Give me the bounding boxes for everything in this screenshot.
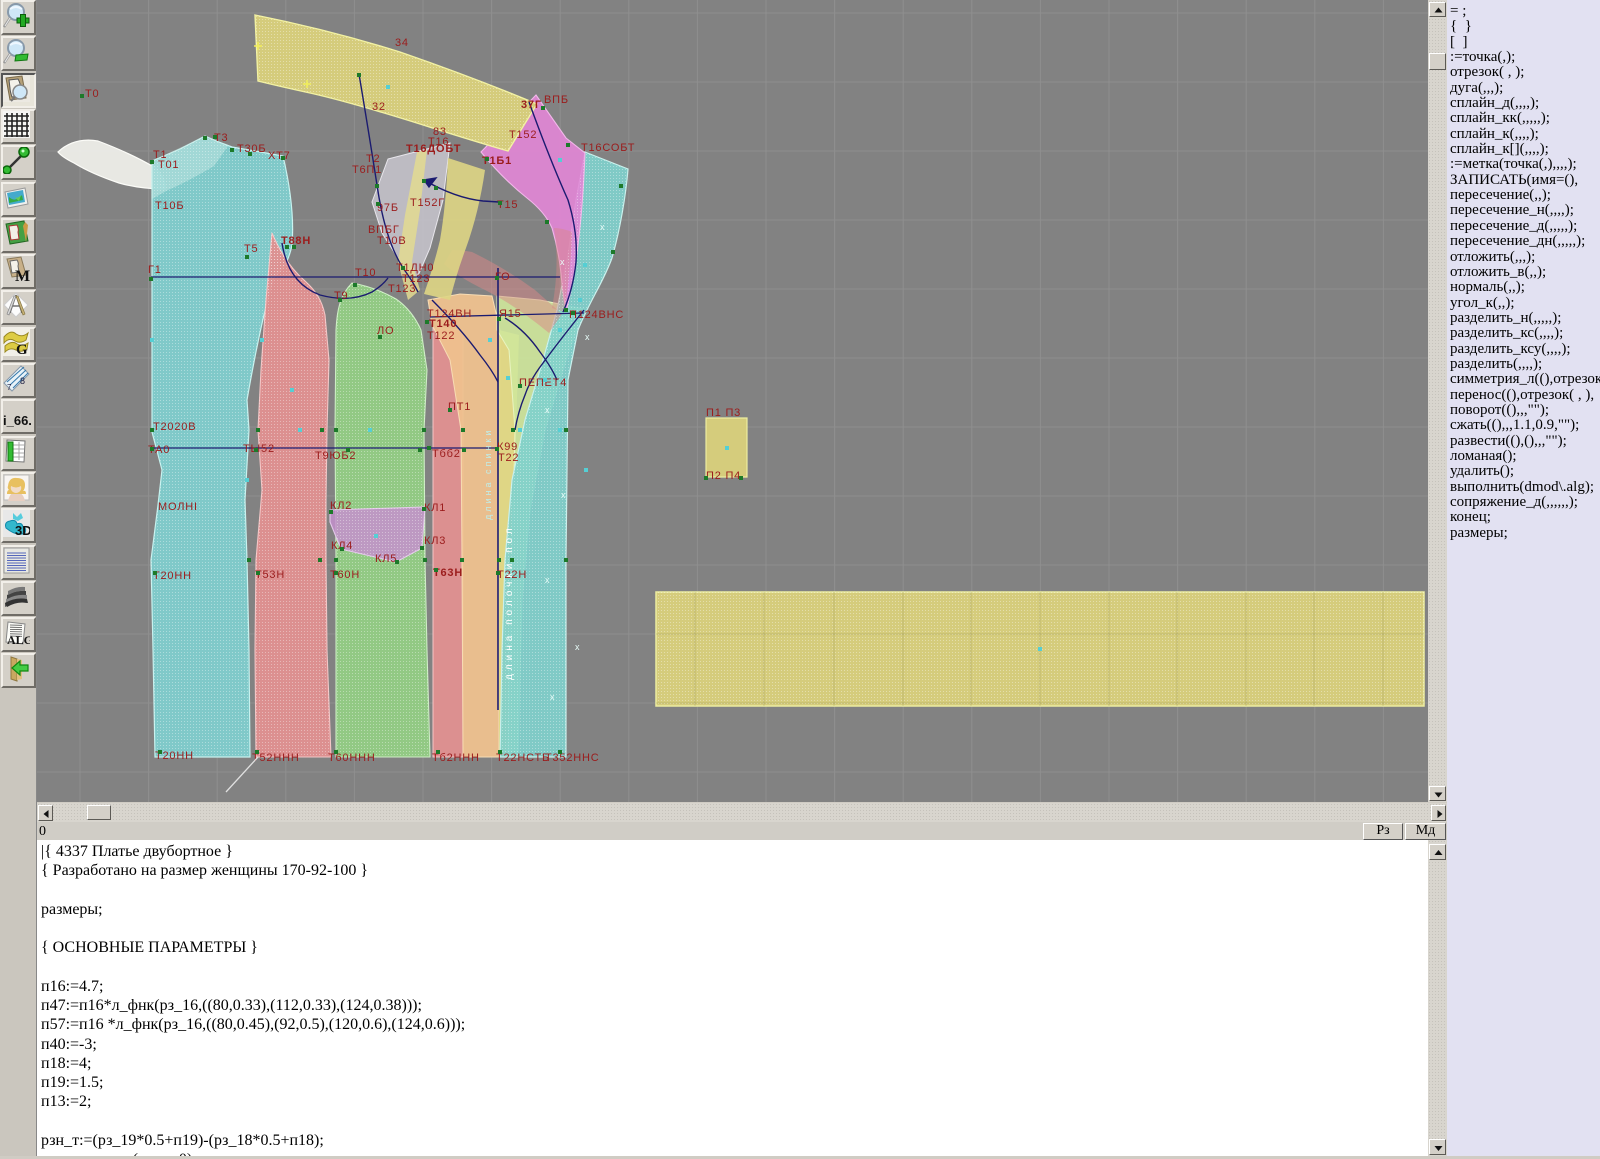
svg-text:Т10Б: Т10Б bbox=[155, 200, 184, 212]
svg-text:ВПБ: ВПБ bbox=[544, 94, 569, 106]
svg-text:M: M bbox=[15, 268, 30, 283]
svg-text:Тбб2: Тбб2 bbox=[432, 448, 461, 460]
svg-text:x: x bbox=[561, 490, 566, 500]
svg-text:Г1: Г1 bbox=[148, 264, 162, 276]
svg-text:ALG: ALG bbox=[7, 633, 30, 646]
svg-text:П2 П4: П2 П4 bbox=[706, 470, 741, 482]
svg-text:КЛ2: КЛ2 bbox=[330, 500, 352, 512]
svg-text:x: x bbox=[545, 575, 550, 585]
svg-text:Т0: Т0 bbox=[85, 88, 99, 100]
svg-text:Т123: Т123 bbox=[388, 283, 416, 295]
svg-text:П1 П3: П1 П3 bbox=[706, 407, 741, 419]
svg-text:Т5: Т5 bbox=[244, 243, 258, 255]
svg-text:Т9ЮБ2: Т9ЮБ2 bbox=[315, 450, 356, 462]
svg-text:Т22: Т22 bbox=[498, 452, 519, 464]
svg-text:длина спинки: длина спинки bbox=[483, 428, 493, 520]
svg-text:Т2020В: Т2020В bbox=[153, 421, 196, 433]
svg-text:x: x bbox=[600, 222, 605, 232]
svg-text:МОЛНI: МОЛНI bbox=[158, 501, 198, 513]
svg-text:34: 34 bbox=[395, 37, 409, 49]
svg-text:Т6П1: Т6П1 bbox=[352, 164, 382, 176]
svg-text:Т10В: Т10В bbox=[377, 235, 407, 247]
svg-text:x: x bbox=[550, 692, 555, 702]
svg-text:x: x bbox=[575, 642, 580, 652]
svg-text:Т22НСТБ: Т22НСТБ bbox=[496, 752, 550, 764]
svg-text:32: 32 bbox=[372, 101, 386, 113]
svg-text:Я15: Я15 bbox=[499, 308, 522, 320]
svg-text:Т52ННН: Т52ННН bbox=[252, 752, 300, 764]
svg-text:x: x bbox=[585, 332, 590, 342]
svg-text:Т01: Т01 bbox=[158, 159, 179, 171]
svg-text:Т152Г: Т152Г bbox=[410, 197, 445, 209]
svg-text:КЛ3: КЛ3 bbox=[424, 535, 446, 547]
svg-text:Т122: Т122 bbox=[427, 330, 455, 342]
svg-text:Т16ДОБТ: Т16ДОБТ bbox=[406, 143, 461, 155]
svg-text:x: x bbox=[560, 257, 565, 267]
svg-text:8: 8 bbox=[20, 376, 25, 386]
svg-text:G: G bbox=[16, 342, 28, 356]
svg-text:КЛ1: КЛ1 bbox=[424, 502, 446, 514]
svg-text:97Б: 97Б bbox=[377, 202, 399, 214]
svg-text:Т140: Т140 bbox=[429, 318, 457, 330]
svg-text:7: 7 bbox=[7, 383, 12, 392]
svg-text:37Г: 37Г bbox=[521, 99, 542, 111]
svg-text:ТЫ52: ТЫ52 bbox=[243, 443, 275, 455]
svg-text:Т20НН: Т20НН bbox=[153, 570, 192, 582]
svg-text:КЛ5: КЛ5 bbox=[375, 553, 397, 565]
svg-text:ХТ7: ХТ7 bbox=[268, 150, 291, 162]
svg-text:Т352ННС: Т352ННС bbox=[545, 752, 600, 764]
svg-text:x: x bbox=[545, 405, 550, 415]
svg-text:3D: 3D bbox=[15, 523, 30, 537]
svg-text:длина полочки пол: длина полочки пол bbox=[504, 524, 515, 680]
svg-text:Т152: Т152 bbox=[509, 129, 537, 141]
svg-text:Т16СОБТ: Т16СОБТ bbox=[581, 142, 635, 154]
svg-text:П124ВНС: П124ВНС bbox=[569, 309, 624, 321]
svg-text:Т10: Т10 bbox=[355, 267, 376, 279]
